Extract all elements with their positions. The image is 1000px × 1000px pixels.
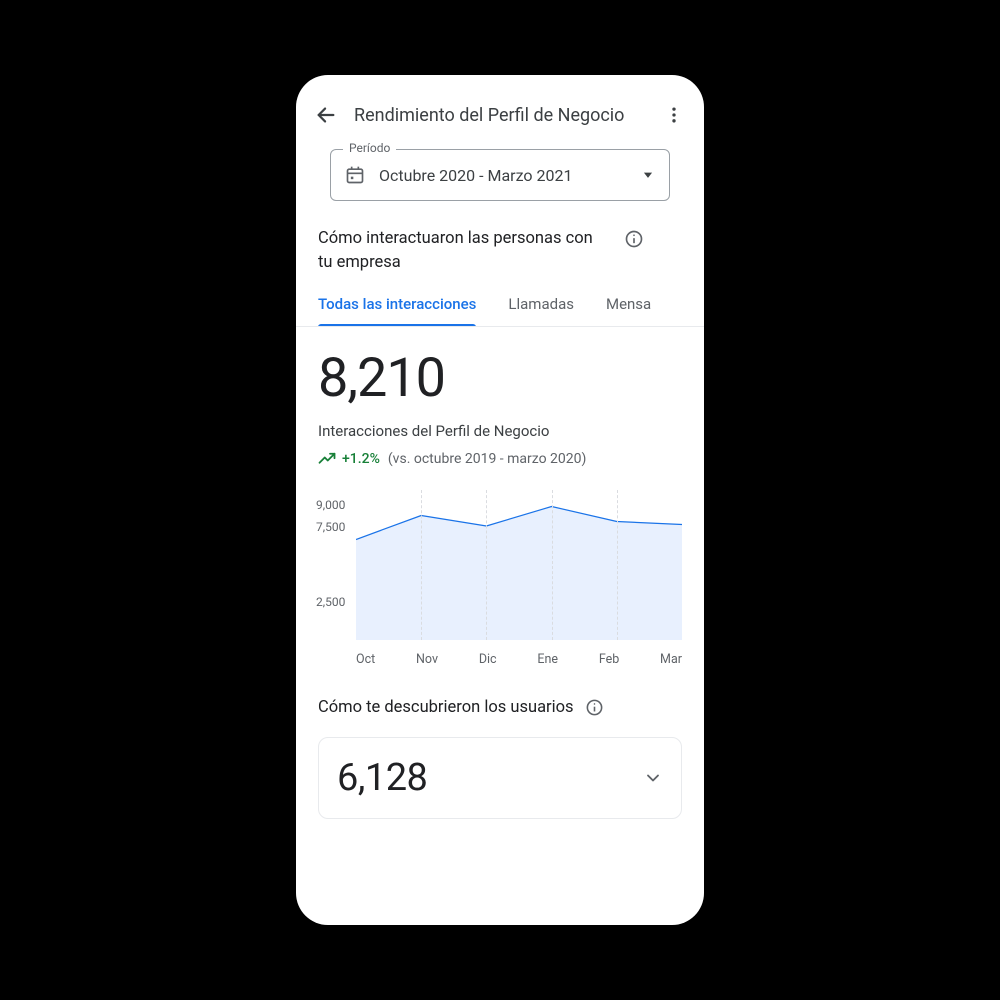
page-title: Rendimiento del Perfil de Negocio [354,105,646,126]
info-icon [624,229,644,249]
phone-frame: Rendimiento del Perfil de Negocio Períod… [296,75,704,925]
trending-up-icon [318,450,336,468]
x-tick-label: Oct [356,652,375,667]
gridline [486,490,487,640]
discover-heading: Cómo te descubrieron los usuarios [318,698,574,717]
x-tick-label: Ene [537,652,558,667]
period-selector[interactable]: Período Octubre 2020 - Marzo 2021 [330,149,670,201]
info-button-discover[interactable] [584,697,606,719]
more-button[interactable] [658,99,690,131]
y-tick-label: 9,000 [312,497,349,513]
back-button[interactable] [310,99,342,131]
gridline [552,490,553,640]
period-wrap: Período Octubre 2020 - Marzo 2021 [296,145,704,227]
chart: 9,0007,5002,500 OctNovDicEneFebMar [296,468,704,667]
x-tick-label: Dic [479,652,497,667]
tab-2[interactable]: Mensa [606,295,651,326]
y-tick-label: 7,500 [312,519,349,535]
app-bar: Rendimiento del Perfil de Negocio [296,75,704,145]
metric-block: 8,210 Interacciones del Perfil de Negoci… [296,327,704,468]
gridline [617,490,618,640]
more-vert-icon [664,105,684,125]
x-tick-label: Nov [416,652,438,667]
arrow-left-icon [315,104,337,126]
chart-svg [356,490,682,640]
chart-x-axis: Oct Nov Dic Ene Feb Mar [356,652,682,667]
discover-card[interactable]: 6,128 [318,737,682,819]
info-button[interactable] [622,227,646,251]
tabs: Todas las interacciones Llamadas Mensa [296,295,704,327]
chart-plot: 9,0007,5002,500 [356,490,682,640]
x-tick-label: Mar [660,652,682,667]
chevron-down-icon [641,168,655,182]
interaction-section-head: Cómo interactuaron las personas con tu e… [296,227,704,275]
metric-label: Interacciones del Perfil de Negocio [318,422,682,440]
delta-up: +1.2% [318,450,380,468]
discover-section-head: Cómo te descubrieron los usuarios [296,667,704,719]
delta-compare: (vs. octubre 2019 - marzo 2020) [388,451,587,467]
interaction-heading: Cómo interactuaron las personas con tu e… [318,227,608,275]
period-value: Octubre 2020 - Marzo 2021 [379,166,627,185]
chevron-down-icon [643,768,663,788]
calendar-icon [345,165,365,185]
info-icon [585,698,604,717]
x-tick-label: Feb [599,652,619,667]
metric-delta: +1.2% (vs. octubre 2019 - marzo 2020) [318,450,682,468]
y-tick-label: 2,500 [312,594,349,610]
gridline [421,490,422,640]
discover-card-value: 6,128 [337,756,427,800]
period-legend: Período [343,141,396,155]
tab-1[interactable]: Llamadas [508,295,574,326]
delta-pct: +1.2% [342,451,380,467]
metric-value: 8,210 [318,351,682,408]
tab-0[interactable]: Todas las interacciones [318,295,476,326]
